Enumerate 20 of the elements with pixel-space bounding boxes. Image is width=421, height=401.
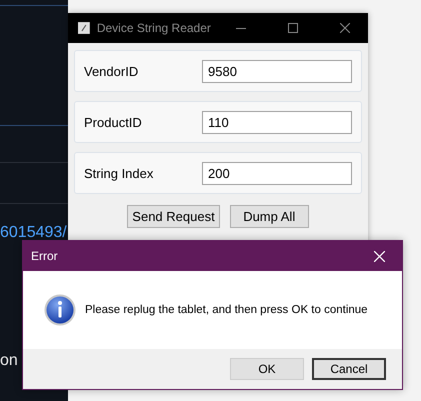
field-label: String Index <box>84 166 154 180</box>
send-request-button[interactable]: Send Request <box>127 205 220 228</box>
ok-button[interactable]: OK <box>230 358 304 380</box>
link-text[interactable]: 6015493/ <box>0 224 67 242</box>
window-title: Device String Reader <box>96 21 211 35</box>
input-field[interactable]: 110 <box>202 110 352 134</box>
dump-all-button[interactable]: Dump All <box>230 205 309 228</box>
cancel-button[interactable]: Cancel <box>312 358 386 380</box>
close-icon <box>374 250 384 262</box>
dialog-title: Error <box>31 249 59 263</box>
close-icon <box>340 23 350 33</box>
info-icon <box>44 294 76 326</box>
field-label: VendorID <box>84 64 140 78</box>
input-field[interactable]: 9580 <box>202 60 352 82</box>
text-line: on <box>0 352 18 370</box>
dialog-message: Please replug the tablet, and then press OK to continue <box>85 304 368 316</box>
field-label: ProductID <box>84 114 143 130</box>
input-field[interactable]: 200 <box>202 162 352 184</box>
maximize-icon <box>288 23 298 33</box>
app-icon <box>78 22 90 34</box>
